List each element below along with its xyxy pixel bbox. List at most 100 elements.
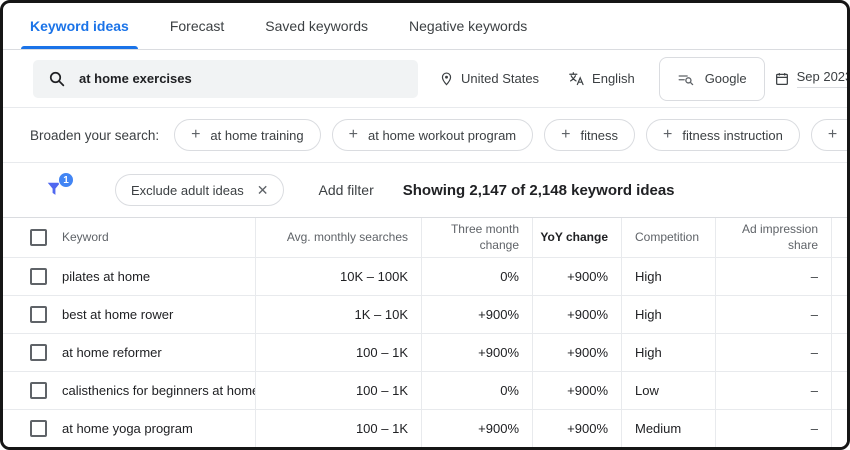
row-checkbox[interactable] xyxy=(30,306,47,323)
ad-impression-share-cell: – xyxy=(716,258,832,295)
filter-chip-label: Exclude adult ideas xyxy=(131,183,244,198)
column-header-avg-monthly-searches[interactable]: Avg. monthly searches xyxy=(256,218,422,257)
row-checkbox-cell xyxy=(3,410,49,447)
column-header-yoy-change[interactable]: ↓ YoY change xyxy=(533,218,622,257)
row-checkbox-cell xyxy=(3,258,49,295)
chip-label: fitness xyxy=(580,128,618,143)
extra-cell xyxy=(832,410,850,447)
calendar-icon xyxy=(774,71,790,87)
plus-icon: + xyxy=(191,127,200,143)
filter-count-badge: 1 xyxy=(58,172,74,188)
ad-impression-share-cell: – xyxy=(716,334,832,371)
table-row[interactable]: calisthenics for beginners at home 100 –… xyxy=(3,372,847,410)
broaden-chip-at-home-workout-program[interactable]: + at home workout program xyxy=(332,119,533,151)
table-row[interactable]: at home reformer 100 – 1K +900% +900% Hi… xyxy=(3,334,847,372)
keyword-planner-window: Keyword ideas Forecast Saved keywords Ne… xyxy=(0,0,850,450)
network-selector[interactable]: Google xyxy=(659,57,765,101)
row-checkbox[interactable] xyxy=(30,344,47,361)
exclude-adult-ideas-chip[interactable]: Exclude adult ideas ✕ xyxy=(115,174,284,206)
broaden-chip-fitness-instruction[interactable]: + fitness instruction xyxy=(646,119,800,151)
yoy-change-cell: +900% xyxy=(533,410,622,447)
three-month-change-cell: +900% xyxy=(422,334,533,371)
extra-cell xyxy=(832,258,850,295)
three-month-change-cell: +900% xyxy=(422,410,533,447)
table-row[interactable]: best at home rower 1K – 10K +900% +900% … xyxy=(3,296,847,334)
broaden-chip-fitness-classes[interactable]: + fitness classes xyxy=(811,119,847,151)
keyword-cell: pilates at home xyxy=(49,258,256,295)
translate-icon xyxy=(568,70,585,87)
extra-cell xyxy=(832,296,850,333)
search-network-icon xyxy=(677,70,695,88)
yoy-change-label: YoY change xyxy=(540,230,608,246)
competition-cell: High xyxy=(622,258,716,295)
competition-cell: High xyxy=(622,296,716,333)
search-query-text: at home exercises xyxy=(79,71,192,86)
table-header-row: Keyword Avg. monthly searches Three mont… xyxy=(3,218,847,258)
chip-label: fitness instruction xyxy=(682,128,782,143)
broaden-label: Broaden your search: xyxy=(30,128,159,143)
plus-icon: + xyxy=(663,127,672,143)
column-header-keyword[interactable]: Keyword xyxy=(49,218,256,257)
location-selector[interactable]: United States xyxy=(439,71,539,87)
keyword-cell: at home yoga program xyxy=(49,410,256,447)
three-month-change-cell: 0% xyxy=(422,258,533,295)
chip-label: at home workout program xyxy=(368,128,516,143)
plus-icon: + xyxy=(828,127,837,143)
yoy-change-cell: +900% xyxy=(533,258,622,295)
row-checkbox[interactable] xyxy=(30,268,47,285)
location-label: United States xyxy=(461,71,539,86)
column-header-ad-impression-share[interactable]: Ad impression share xyxy=(716,218,832,257)
row-checkbox-cell xyxy=(3,372,49,409)
select-all-checkbox[interactable] xyxy=(30,229,47,246)
language-selector[interactable]: English xyxy=(568,70,635,87)
table-row[interactable]: at home yoga program 100 – 1K +900% +900… xyxy=(3,410,847,448)
avg-searches-cell: 100 – 1K xyxy=(256,372,422,409)
filter-bar: 1 Exclude adult ideas ✕ Add filter Showi… xyxy=(3,162,847,217)
three-month-change-cell: 0% xyxy=(422,372,533,409)
location-pin-icon xyxy=(439,71,454,87)
plus-icon: + xyxy=(561,127,570,143)
keyword-cell: calisthenics for beginners at home xyxy=(49,372,256,409)
broaden-chip-at-home-training[interactable]: + at home training xyxy=(174,119,321,151)
results-count-text: Showing 2,147 of 2,148 keyword ideas xyxy=(403,182,675,199)
column-header-competition[interactable]: Competition xyxy=(622,218,716,257)
language-label: English xyxy=(592,71,635,86)
extra-cell xyxy=(832,334,850,371)
date-range-selector[interactable]: Sep 2023 – Aug xyxy=(774,69,847,88)
keyword-search-input[interactable]: at home exercises xyxy=(33,60,418,98)
keyword-cell: at home reformer xyxy=(49,334,256,371)
search-toolbar: at home exercises United States English … xyxy=(3,50,847,107)
table-row[interactable]: pilates at home 10K – 100K 0% +900% High… xyxy=(3,258,847,296)
header-extra-cell xyxy=(832,218,850,257)
tab-negative-keywords[interactable]: Negative keywords xyxy=(409,3,527,49)
avg-searches-cell: 10K – 100K xyxy=(256,258,422,295)
network-label: Google xyxy=(705,71,747,86)
row-checkbox[interactable] xyxy=(30,382,47,399)
tab-keyword-ideas[interactable]: Keyword ideas xyxy=(30,3,129,49)
tab-forecast[interactable]: Forecast xyxy=(170,3,224,49)
broaden-chip-fitness[interactable]: + fitness xyxy=(544,119,635,151)
ad-impression-share-cell: – xyxy=(716,296,832,333)
add-filter-button[interactable]: Add filter xyxy=(318,182,373,198)
row-checkbox-cell xyxy=(3,334,49,371)
yoy-change-cell: +900% xyxy=(533,334,622,371)
avg-searches-cell: 100 – 1K xyxy=(256,410,422,447)
chip-label: at home training xyxy=(210,128,303,143)
sort-descending-icon: ↓ xyxy=(533,230,534,246)
tab-saved-keywords[interactable]: Saved keywords xyxy=(265,3,368,49)
avg-searches-cell: 100 – 1K xyxy=(256,334,422,371)
plus-icon: + xyxy=(349,127,358,143)
tab-bar: Keyword ideas Forecast Saved keywords Ne… xyxy=(3,3,847,50)
date-range-label: Sep 2023 – Aug xyxy=(797,69,847,88)
row-checkbox-cell xyxy=(3,296,49,333)
filter-funnel-icon[interactable]: 1 xyxy=(44,178,66,202)
ad-impression-share-cell: – xyxy=(716,410,832,447)
column-header-three-month-change[interactable]: Three month change xyxy=(422,218,533,257)
row-checkbox[interactable] xyxy=(30,420,47,437)
three-month-change-cell: +900% xyxy=(422,296,533,333)
remove-filter-icon[interactable]: ✕ xyxy=(257,182,269,199)
yoy-change-cell: +900% xyxy=(533,372,622,409)
yoy-change-cell: +900% xyxy=(533,296,622,333)
keyword-cell: best at home rower xyxy=(49,296,256,333)
search-icon xyxy=(48,70,66,88)
